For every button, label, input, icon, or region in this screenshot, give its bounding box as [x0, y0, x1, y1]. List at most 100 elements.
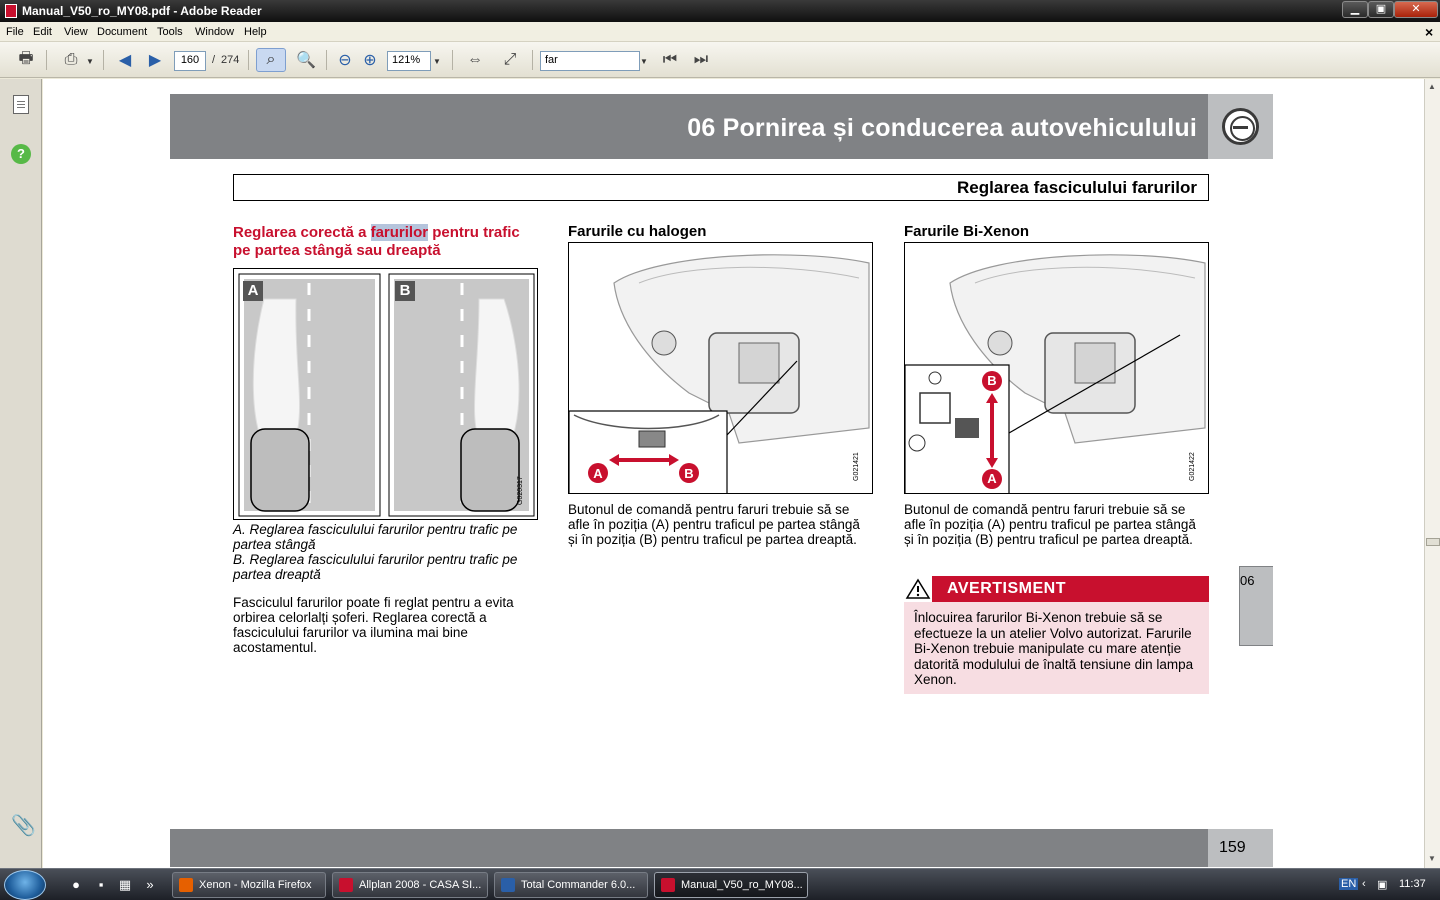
halogen-heading: Farurile cu halogen	[568, 223, 707, 240]
menu-file[interactable]: File	[6, 26, 24, 38]
page-footer	[170, 829, 1208, 867]
page-total: 274	[221, 54, 240, 66]
attachments-icon[interactable]: 📎	[11, 813, 36, 838]
language-indicator[interactable]: EN	[1339, 878, 1359, 890]
scroll-up-icon[interactable]: ▲	[1428, 82, 1436, 91]
warning-body: Înlocuirea farurilor Bi-Xenon trebuie să…	[904, 602, 1209, 694]
chapter-icon-box	[1208, 94, 1273, 159]
taskbar-item-allplan[interactable]: Allplan 2008 - CASA SI...	[332, 872, 488, 898]
page-separator: /	[212, 54, 216, 66]
search-input[interactable]: far	[540, 51, 640, 71]
taskbar-item-label: Total Commander 6.0...	[521, 879, 636, 891]
previous-page-icon[interactable]: ◀	[112, 48, 138, 72]
desktop-quicklaunch-icon[interactable]: ▦	[117, 877, 133, 893]
navigation-pane: ? 📎	[0, 79, 42, 868]
search-dropdown-icon[interactable]: ▼	[638, 51, 650, 71]
share-dropdown-icon[interactable]: ▼	[84, 51, 96, 71]
find-previous-icon[interactable]: ⏮	[657, 48, 683, 72]
figure-label-a: A	[243, 281, 263, 301]
help-icon[interactable]: ?	[11, 144, 31, 164]
toolbar-separator	[326, 50, 327, 70]
magnify-icon[interactable]: 🔍	[293, 48, 319, 72]
start-button[interactable]	[4, 870, 46, 900]
zoom-dropdown-icon[interactable]: ▼	[431, 51, 443, 71]
page-number: 159	[1219, 839, 1246, 856]
scroll-down-icon[interactable]: ▼	[1428, 854, 1436, 863]
caption-b: B. Reglarea fasciculului farurilor pentr…	[233, 552, 518, 582]
scrollbar-thumb[interactable]	[1426, 538, 1440, 546]
toolbar-separator	[248, 50, 249, 70]
minimize-button[interactable]: ▁	[1342, 1, 1368, 18]
restore-button[interactable]: ▣	[1368, 1, 1394, 18]
adobe-reader-icon	[661, 878, 675, 892]
chapter-side-tab-label: 06	[1240, 573, 1255, 588]
allplan-icon	[339, 878, 353, 892]
title-bar: Manual_V50_ro_MY08.pdf - Adobe Reader ▁ …	[0, 0, 1440, 22]
clock: 11:37	[1399, 878, 1426, 890]
firefox-icon	[179, 878, 193, 892]
toolbar: 🖶 ⎙ ▼ ◀ ▶ 160 / 274 ⌕ 🔍 ⊖ ⊕ 121% ▼ ⇔ ⤢ f…	[0, 42, 1440, 78]
taskbar-item-label: Xenon - Mozilla Firefox	[199, 879, 312, 891]
firefox-quicklaunch-icon[interactable]: ●	[68, 877, 84, 893]
toolbar-separator	[103, 50, 104, 70]
document-view[interactable]: 06 Pornirea și conducerea autovehicululu…	[43, 79, 1424, 868]
halogen-label-b: B	[684, 466, 694, 481]
network-icon[interactable]: ▣	[1377, 878, 1387, 891]
share-icon[interactable]: ⎙	[58, 48, 84, 72]
bixenon-headlight-illustration	[905, 254, 1206, 493]
quicklaunch-overflow-icon[interactable]: »	[142, 877, 158, 893]
taskbar-item-adobe-reader[interactable]: Manual_V50_ro_MY08...	[654, 872, 808, 898]
section-header: Reglarea fasciculului farurilor	[233, 174, 1209, 201]
find-next-icon[interactable]: ⏭	[688, 48, 714, 72]
warning-icon-box	[904, 576, 932, 602]
figure-halogen: A B G021421	[568, 242, 873, 494]
menu-window[interactable]: Window	[195, 26, 234, 38]
menu-tools[interactable]: Tools	[157, 26, 183, 38]
menu-help[interactable]: Help	[244, 26, 267, 38]
close-button[interactable]: ✕	[1394, 1, 1438, 18]
section-title: Reglarea fasciculului farurilor	[957, 178, 1197, 197]
halogen-headlight-illustration	[569, 254, 870, 493]
zoom-out-icon[interactable]: ⊖	[332, 48, 358, 72]
taskbar-item-firefox[interactable]: Xenon - Mozilla Firefox	[172, 872, 326, 898]
select-zoom-tool-icon[interactable]: ⌕	[256, 48, 286, 72]
zoom-in-icon[interactable]: ⊕	[357, 48, 383, 72]
chapter-title: 06 Pornirea și conducerea autovehicululu…	[687, 114, 1197, 142]
tray-expand-icon[interactable]: ‹	[1362, 878, 1366, 890]
toolbar-separator	[532, 50, 533, 70]
warning-label: AVERTISMENT	[947, 580, 1066, 597]
menu-document[interactable]: Document	[97, 26, 147, 38]
window-title: Manual_V50_ro_MY08.pdf - Adobe Reader	[22, 4, 262, 18]
left-heading: Reglarea corectă a farurilor pentru traf…	[233, 224, 533, 260]
fit-page-icon[interactable]: ⤢	[497, 48, 523, 72]
pages-panel-icon[interactable]	[13, 95, 29, 114]
halogen-label-a: A	[593, 466, 603, 481]
print-icon[interactable]: 🖶	[13, 48, 39, 72]
adobe-reader-icon	[5, 4, 17, 18]
close-document-icon[interactable]: ×	[1425, 24, 1433, 40]
warning-triangle-icon	[905, 578, 931, 599]
toolbar-separator	[452, 50, 453, 70]
zoom-level-input[interactable]: 121%	[387, 51, 431, 71]
search-highlight: farurilor	[370, 224, 429, 241]
bixenon-label-a: A	[987, 471, 997, 486]
save-quicklaunch-icon[interactable]: ▪	[93, 877, 109, 893]
page-number-box: 159	[1208, 829, 1273, 867]
taskbar-item-total-commander[interactable]: Total Commander 6.0...	[494, 872, 648, 898]
toolbar-separator	[46, 50, 47, 70]
warning-header: AVERTISMENT	[904, 576, 1209, 602]
figure-road-beam: A B G020317	[233, 268, 538, 520]
chapter-header: 06 Pornirea și conducerea autovehicululu…	[170, 94, 1208, 159]
taskbar: ● ▪ ▦ » Xenon - Mozilla Firefox Allplan …	[0, 868, 1440, 900]
page-number-input[interactable]: 160	[174, 51, 206, 71]
vertical-scrollbar[interactable]: ▲ ▼	[1424, 79, 1440, 868]
fit-width-icon[interactable]: ⇔	[462, 48, 488, 72]
next-page-icon[interactable]: ▶	[142, 48, 168, 72]
menu-view[interactable]: View	[64, 26, 88, 38]
taskbar-item-label: Allplan 2008 - CASA SI...	[359, 879, 482, 891]
menu-edit[interactable]: Edit	[33, 26, 52, 38]
figure-label-b: B	[395, 281, 415, 301]
halogen-body-text: Butonul de comandă pentru faruri trebuie…	[568, 502, 860, 547]
bixenon-body-text: Butonul de comandă pentru faruri trebuie…	[904, 502, 1196, 547]
left-heading-part: Reglarea corectă a	[233, 224, 371, 241]
